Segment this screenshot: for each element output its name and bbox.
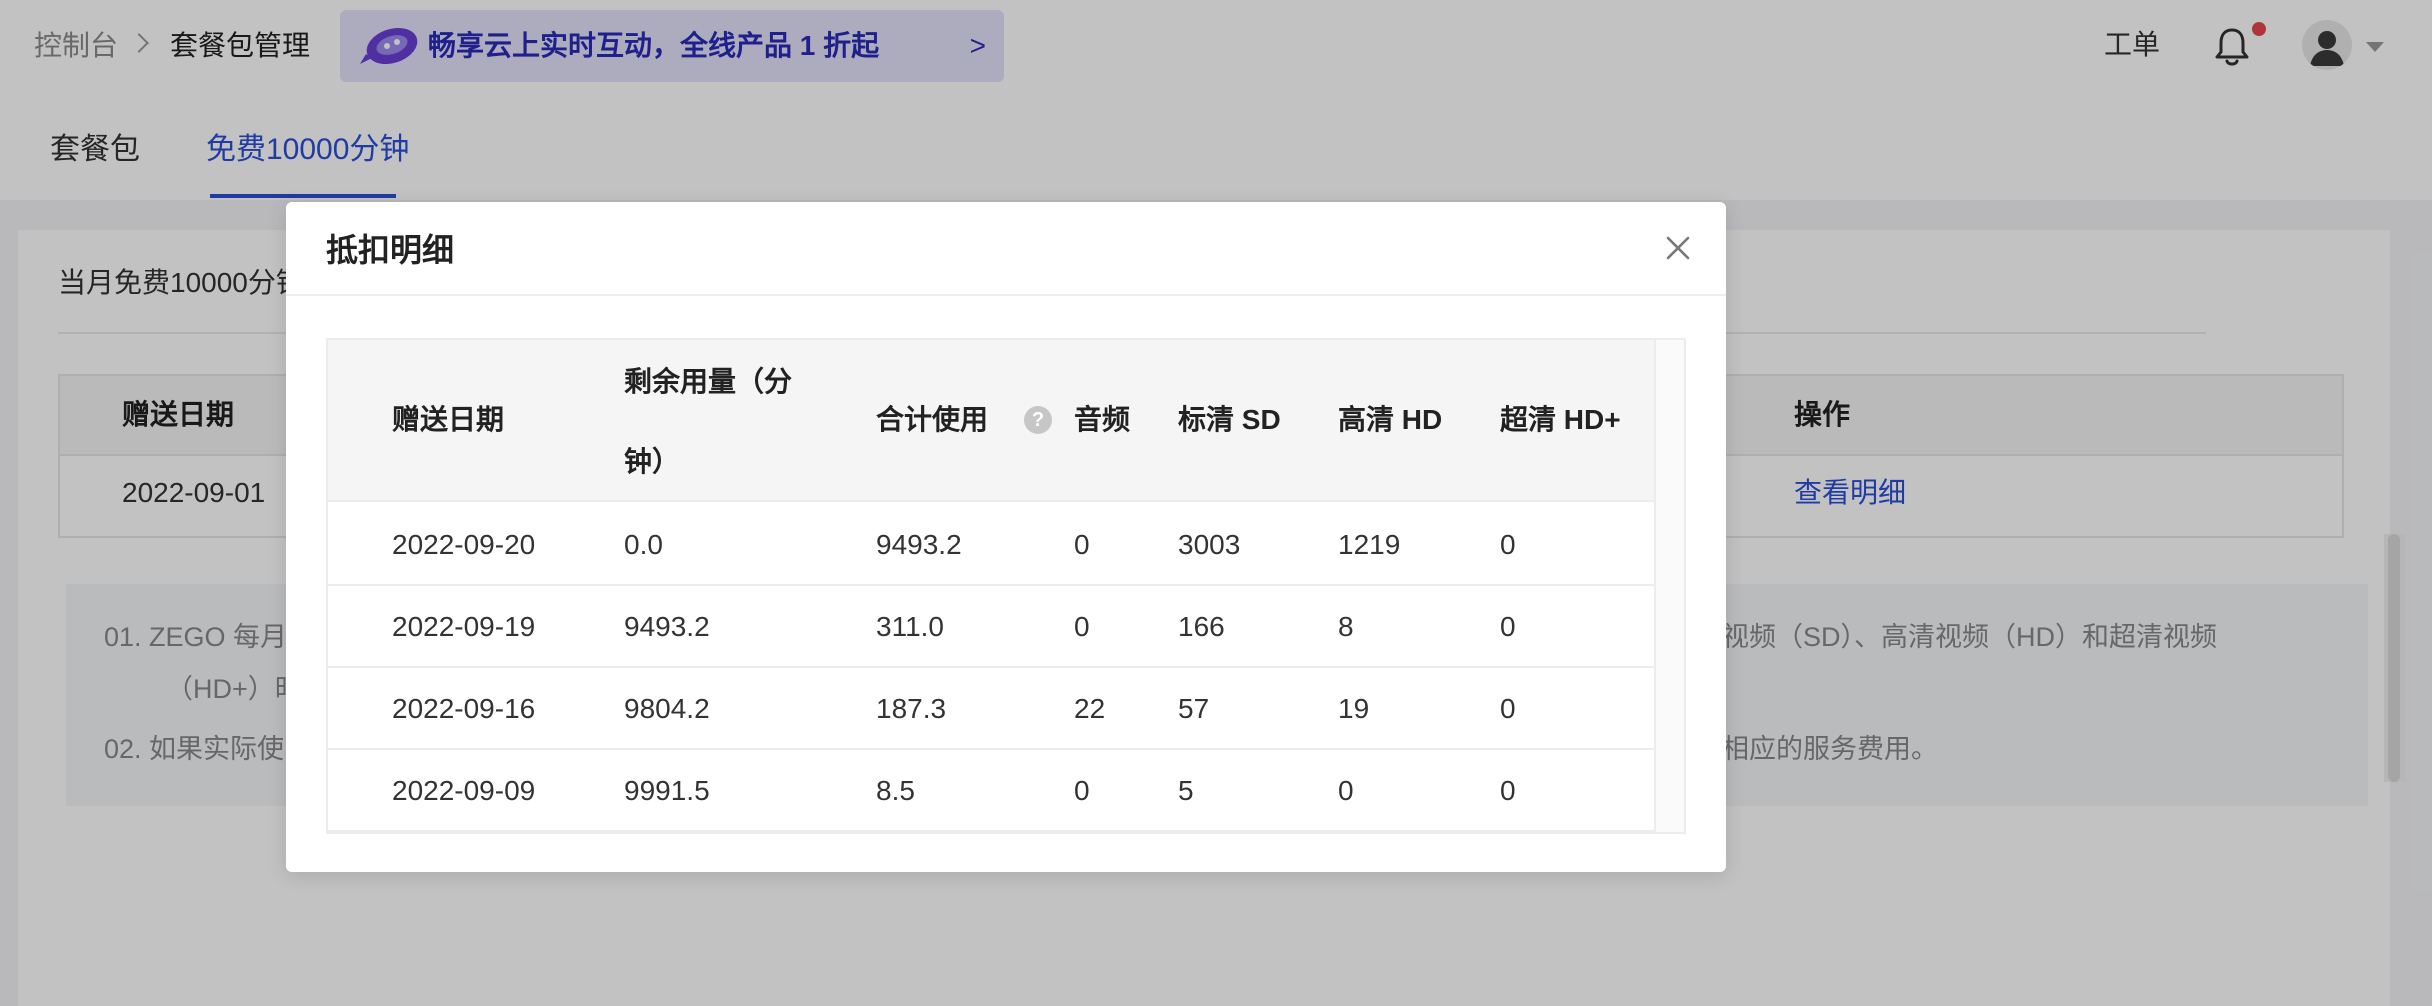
modal-title: 抵扣明细 [326,232,455,268]
column-header-sd: 标清 SD [1178,404,1281,435]
cell-remaining: 0.0 [624,529,663,560]
cell-audio: 0 [1074,611,1090,642]
cell-sd: 3003 [1178,529,1241,560]
modal-header: 抵扣明细 [286,202,1726,296]
cell-remaining: 9493.2 [624,611,710,642]
cell-date: 2022-09-16 [392,693,536,724]
cell-hd-plus: 0 [1500,693,1516,724]
cell-audio: 0 [1074,529,1090,560]
help-icon[interactable]: ? [1024,406,1052,434]
table-row: 2022-09-09 9991.5 8.5 0 5 0 0 [328,750,1654,832]
column-header-total-used: 合计使用 [876,404,989,435]
cell-total-used: 187.3 [876,693,947,724]
close-icon[interactable] [1658,228,1698,268]
cell-hd: 0 [1338,775,1354,806]
cell-date: 2022-09-19 [392,611,536,642]
cell-date: 2022-09-20 [392,529,536,560]
cell-hd: 8 [1338,611,1354,642]
cell-audio: 0 [1074,775,1090,806]
deduction-table-header: 赠送日期 剩余用量（分钟） 合计使用 ? 音频 标清 SD 高清 HD 超清 H… [328,340,1654,502]
table-row: 2022-09-19 9493.2 311.0 0 166 8 0 [328,586,1654,668]
cell-audio: 22 [1074,693,1106,724]
cell-remaining: 9991.5 [624,775,710,806]
column-header-date: 赠送日期 [392,404,505,435]
cell-sd: 57 [1178,693,1210,724]
cell-hd-plus: 0 [1500,611,1516,642]
column-header-remaining: 剩余用量（分钟） [624,366,793,477]
table-row: 2022-09-16 9804.2 187.3 22 57 19 0 [328,668,1654,750]
cell-total-used: 311.0 [876,611,944,642]
table-row: 2022-09-20 0.0 9493.2 0 3003 1219 0 [328,504,1654,586]
cell-total-used: 8.5 [876,775,915,806]
cell-hd-plus: 0 [1500,775,1516,806]
cell-sd: 5 [1178,775,1194,806]
column-header-hd: 高清 HD [1338,404,1443,435]
cell-sd: 166 [1178,611,1225,642]
table-scrollbar[interactable] [1654,340,1684,832]
deduction-details-modal: 抵扣明细 赠送日期 剩余用量（分钟） 合计使用 ? 音频 标清 SD 高清 HD… [286,202,1726,872]
cell-hd: 1219 [1338,529,1401,560]
cell-remaining: 9804.2 [624,693,710,724]
cell-hd-plus: 0 [1500,529,1516,560]
cell-hd: 19 [1338,693,1370,724]
cell-total-used: 9493.2 [876,529,962,560]
deduction-table: 赠送日期 剩余用量（分钟） 合计使用 ? 音频 标清 SD 高清 HD 超清 H… [326,338,1686,834]
column-header-hd-plus: 超清 HD+ [1500,404,1621,435]
cell-date: 2022-09-09 [392,775,536,806]
column-header-audio: 音频 [1074,404,1131,435]
